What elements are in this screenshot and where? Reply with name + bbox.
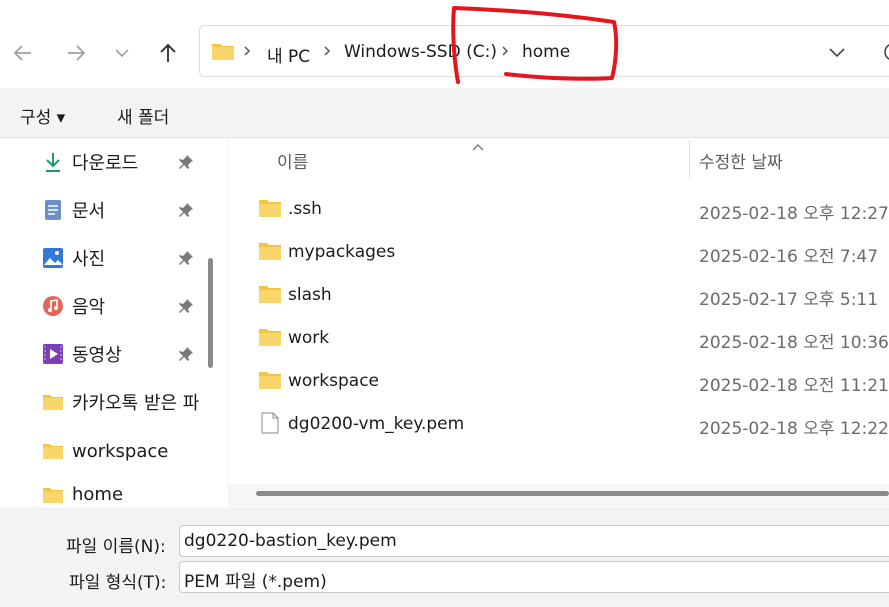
breadcrumb-separator (320, 44, 334, 58)
filename-input[interactable]: dg0220-bastion_key.pem (179, 525, 889, 557)
horizontal-scrollbar[interactable] (256, 491, 889, 496)
folder-icon (258, 326, 282, 348)
folder-icon (258, 369, 282, 391)
recent-locations-button[interactable] (105, 36, 139, 70)
pin-icon[interactable] (176, 248, 196, 268)
folder-icon (258, 240, 282, 262)
file-name[interactable]: dg0200-vm_key.pem (288, 414, 464, 434)
file-name[interactable]: workspace (288, 371, 379, 391)
chevron-down-icon (115, 49, 129, 58)
folder-icon (258, 197, 282, 219)
filetype-label: 파일 형식(T): (69, 573, 167, 593)
sidebar-item-videos[interactable]: 동영상 (42, 339, 122, 369)
sidebar-scrollbar[interactable] (208, 258, 213, 368)
breadcrumb-home[interactable]: home (522, 42, 570, 62)
sidebar-item-downloads[interactable]: 다운로드 (42, 147, 138, 177)
up-button[interactable] (151, 36, 185, 70)
breadcrumb-my-pc[interactable]: 내 PC (267, 42, 310, 67)
folder-icon (42, 440, 64, 462)
column-divider[interactable] (689, 140, 690, 178)
breadcrumb-separator (498, 44, 512, 58)
file-date: 2025-02-18 오후 12:27 (699, 204, 889, 224)
sidebar-item-label: 사진 (72, 249, 106, 270)
breadcrumb-separator (240, 44, 254, 58)
file-date: 2025-02-18 오전 11:21 (699, 376, 889, 396)
new-folder-button[interactable]: 새 폴더 (117, 103, 169, 128)
arrow-up-icon (160, 43, 176, 62)
file-date: 2025-02-18 오전 10:36 (699, 333, 889, 353)
file-date: 2025-02-17 오후 5:11 (699, 290, 879, 310)
sidebar-item-workspace[interactable]: workspace (42, 436, 168, 466)
file-date: 2025-02-16 오전 7:47 (699, 247, 879, 267)
arrow-right-icon (68, 45, 86, 61)
back-button[interactable] (6, 36, 40, 70)
chevron-down-icon (829, 48, 845, 58)
file-list (229, 138, 889, 507)
file-name[interactable]: slash (288, 285, 332, 305)
pin-icon[interactable] (176, 200, 196, 220)
column-header-modified[interactable]: 수정한 날짜 (699, 148, 783, 173)
folder-icon (211, 41, 235, 61)
forward-button[interactable] (59, 36, 93, 70)
refresh-icon (884, 44, 889, 60)
document-icon (42, 199, 64, 221)
folder-icon (42, 484, 64, 506)
sidebar-item-kakaotalk[interactable]: 카카오톡 받은 파 (42, 387, 202, 417)
pictures-icon (42, 247, 64, 269)
filetype-select[interactable]: PEM 파일 (*.pem) (179, 561, 889, 593)
filename-label: 파일 이름(N): (66, 537, 166, 557)
arrow-left-icon (13, 45, 31, 61)
sidebar-item-label: 다운로드 (72, 153, 139, 174)
sidebar-item-label: 동영상 (72, 345, 122, 366)
column-header-name[interactable]: 이름 (277, 148, 308, 173)
file-icon (258, 412, 282, 434)
sidebar-item-music[interactable]: 음악 (42, 291, 105, 321)
folder-icon (42, 391, 64, 413)
pin-icon[interactable] (176, 152, 196, 172)
pin-icon[interactable] (176, 344, 196, 364)
organize-button[interactable]: 구성 ▾ (20, 103, 65, 128)
sidebar-item-label: 카카오톡 받은 파 (72, 393, 200, 414)
sidebar-item-pictures[interactable]: 사진 (42, 243, 105, 273)
folder-icon (258, 283, 282, 305)
address-dropdown-button[interactable] (826, 42, 848, 62)
sidebar-item-label: 문서 (72, 201, 106, 222)
refresh-button[interactable] (875, 41, 889, 63)
file-name[interactable]: work (288, 328, 329, 348)
file-date: 2025-02-18 오후 12:22 (699, 419, 889, 439)
file-name[interactable]: mypackages (288, 242, 395, 262)
file-name[interactable]: .ssh (288, 199, 322, 219)
sidebar-item-documents[interactable]: 문서 (42, 195, 105, 225)
sort-ascending-icon (471, 137, 485, 151)
music-icon (42, 295, 64, 317)
pin-icon[interactable] (176, 296, 196, 316)
breadcrumb-drive-c[interactable]: Windows-SSD (C:) (344, 42, 497, 62)
video-icon (42, 343, 64, 365)
sidebar-item-label: home (72, 484, 124, 505)
sidebar-item-label: workspace (72, 440, 169, 462)
download-icon (42, 151, 64, 173)
sidebar-item-label: 음악 (72, 297, 106, 318)
sidebar-item-home[interactable]: home (42, 484, 123, 507)
